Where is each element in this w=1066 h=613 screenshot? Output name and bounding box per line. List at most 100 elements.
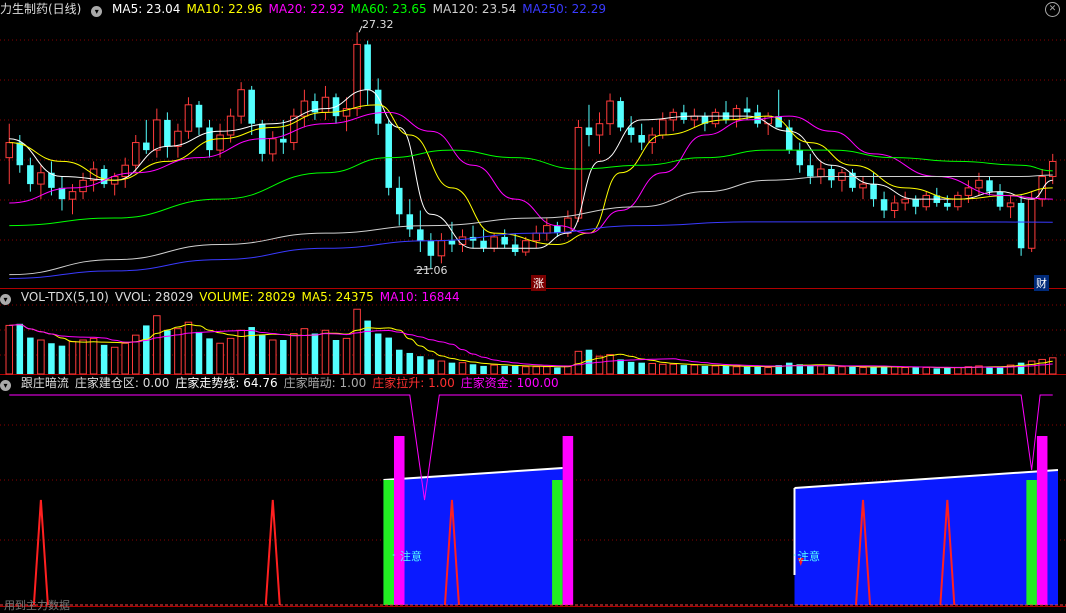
candle-body	[311, 101, 319, 113]
candle-body	[743, 108, 751, 113]
volume-bar	[321, 329, 330, 375]
candle-body	[448, 240, 456, 245]
volume-bar	[680, 365, 688, 374]
volume-bar	[1027, 360, 1036, 375]
zhuyi-text: 注意	[798, 550, 820, 563]
volume-bar	[110, 346, 119, 375]
volume-bar	[121, 342, 129, 375]
volume-bar	[427, 359, 435, 374]
volume-bar	[226, 337, 235, 375]
candle-body	[143, 142, 150, 151]
candle-body	[121, 164, 129, 178]
candle-body	[859, 183, 867, 189]
volume-bar	[353, 308, 361, 375]
candle-body	[1006, 202, 1015, 208]
ma-legend-item-0: MA5: 23.04	[112, 2, 181, 16]
indicator-legend-item-0: 跟庄暗流	[20, 376, 69, 390]
candle-body	[280, 138, 287, 143]
volume-bar	[437, 360, 446, 375]
volume-bar	[890, 366, 899, 375]
candle-body	[206, 127, 213, 151]
candle-body	[912, 199, 919, 207]
volume-bar	[870, 367, 877, 374]
collapse-icon[interactable]: ▾	[91, 6, 103, 17]
candle-body	[501, 236, 508, 245]
volume-bar	[690, 364, 699, 375]
volume-bar	[849, 366, 856, 374]
candle-body	[638, 135, 645, 143]
candle-body	[595, 123, 604, 136]
candle-body	[732, 108, 741, 121]
volume-bar	[469, 364, 477, 374]
vol-legend-item-1: VVOL: 28029	[114, 290, 194, 304]
high-value: 27.32	[362, 18, 394, 31]
volume-bar	[838, 366, 846, 375]
zhuyi-label-2: 注意	[796, 548, 822, 564]
volume-bar	[58, 345, 66, 374]
candle-body	[406, 214, 414, 230]
candle-body	[532, 232, 541, 242]
volume-bar	[290, 333, 298, 375]
volume-bar	[153, 315, 161, 375]
candle-body	[300, 100, 309, 117]
volume-bar	[27, 337, 34, 374]
candle-body	[490, 236, 498, 249]
indicator-header: ▾ 跟庄暗流 庄家建仓区: 0.00 庄家走势线: 64.76 庄家暗动: 1.00 庄…	[0, 375, 571, 391]
candle-body	[417, 229, 424, 241]
volume-bar	[48, 343, 55, 374]
volume-bar	[206, 338, 213, 374]
candle-body	[480, 240, 487, 249]
candle-body	[796, 150, 804, 166]
vol-legend-item-2: VOLUME: 28029	[199, 290, 296, 304]
candle-body	[807, 165, 814, 177]
vol-legend: VOL-TDX(5,10) VVOL: 28029 VOLUME: 28029 MA5…	[21, 290, 466, 304]
candle-body	[1038, 176, 1046, 200]
candle-body	[996, 191, 1004, 207]
candle-body	[922, 194, 931, 208]
volume-bar	[606, 354, 614, 375]
ma120-line	[9, 174, 1053, 276]
volume-bar	[89, 337, 98, 375]
volume-bar	[1038, 358, 1046, 375]
footer-note: 用到主力数据	[2, 597, 72, 613]
volume-bar	[585, 349, 593, 374]
volume-bar	[732, 366, 741, 375]
candle-body	[195, 104, 203, 128]
candle-body	[564, 217, 572, 234]
candle-body	[880, 199, 888, 211]
volume-bar	[912, 367, 919, 374]
volume-bar	[501, 365, 508, 374]
low-label: 21.06	[414, 264, 450, 277]
low-value: 21.06	[416, 264, 448, 277]
candle-body	[237, 89, 245, 117]
candle-body	[975, 179, 983, 189]
stock-chart	[0, 25, 1066, 607]
close-icon[interactable]: ✕	[1045, 2, 1060, 17]
volume-bar	[1017, 362, 1025, 374]
volume-bar	[922, 367, 931, 375]
collapse-icon[interactable]: ▾	[0, 380, 11, 391]
candle-body	[543, 225, 551, 234]
volume-bar	[711, 365, 720, 375]
ma-legend-item-4: MA120: 23.54	[432, 2, 517, 16]
candle-body	[1048, 160, 1057, 178]
volume-bar	[701, 365, 709, 374]
volume-bar	[5, 324, 14, 375]
candle-body	[690, 115, 699, 121]
candle-body	[5, 142, 14, 159]
volume-bar	[342, 337, 351, 375]
indicator-legend-item-4: 庄家拉升: 1.00	[372, 376, 455, 390]
candle-body	[164, 119, 171, 147]
candle-body	[711, 111, 720, 125]
zhang-text: 涨	[533, 277, 544, 290]
candle-body	[174, 130, 182, 147]
volume-bar	[828, 366, 835, 374]
volume-bar	[480, 365, 487, 374]
volume-bar	[184, 321, 193, 375]
volume-bar	[785, 362, 793, 374]
collapse-icon[interactable]: ▾	[0, 294, 11, 305]
indicator-legend-item-1: 庄家建仓区: 0.00	[74, 376, 170, 390]
candle-body	[606, 100, 614, 125]
candle-body	[1017, 202, 1025, 249]
candle-body	[817, 168, 825, 178]
